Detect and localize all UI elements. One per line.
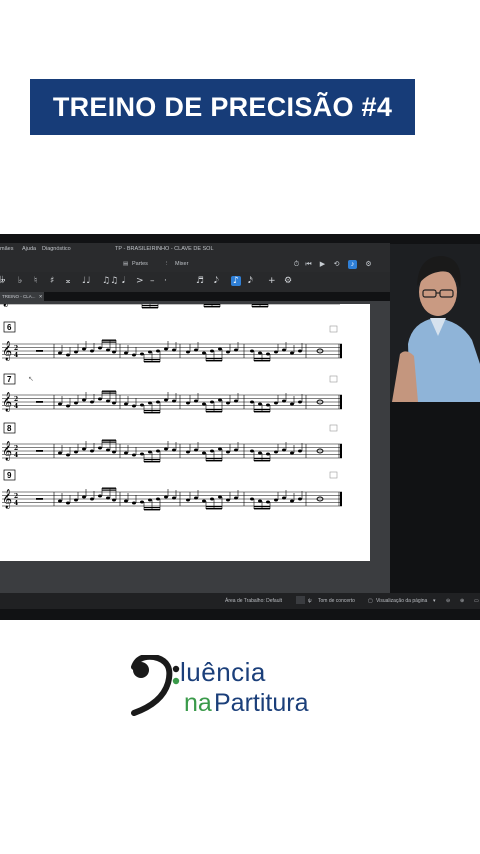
menu-item-diagnostics[interactable]: Diagnóstico — [42, 246, 71, 252]
tuplet-icon[interactable]: ♫♫ — [102, 276, 118, 286]
staff-row[interactable] — [1, 438, 343, 464]
staff-partial — [0, 284, 341, 310]
status-bar: Área de Trabalho: Default ψ Tom de conce… — [0, 593, 480, 609]
play-icon[interactable]: ▶ — [318, 260, 327, 269]
menu-bar: mães Ajuda Diagnóstico TP - BRASILEIRINH… — [0, 243, 390, 257]
system-icon — [329, 325, 338, 333]
sixteenth-note-icon[interactable]: 𝅘𝅥𝅯 — [248, 276, 253, 286]
sharp-icon[interactable]: ♯ — [50, 276, 54, 286]
tenuto-icon[interactable]: 𝅘𝅥 — [122, 276, 125, 286]
natural-icon[interactable]: ♮ — [34, 276, 37, 286]
measure-number: 9 — [7, 471, 12, 480]
document-tab[interactable]: TREINO - CLA... ✕ — [0, 292, 44, 301]
window-title: TP - BRASILEIRINHO - CLAVE DE SOL — [115, 246, 214, 252]
tuning-fork-icon: ψ — [308, 598, 312, 604]
banner-title: TREINO DE PRECISÃO #4 — [52, 91, 393, 122]
sheet-music: 𝄞 2 4 6 7 8 9 ↖ — [0, 284, 343, 512]
metronome-toggle-icon[interactable]: ♪ — [348, 260, 357, 269]
metronome-icon[interactable]: ⏱ — [292, 260, 301, 269]
parts-button[interactable]: Partes — [132, 261, 148, 267]
page-view-icon: ▢ — [368, 598, 373, 604]
palette-settings-icon[interactable]: ⚙ — [284, 276, 292, 286]
settings-icon[interactable]: ⚙ — [364, 260, 373, 269]
bass-clef-icon — [131, 655, 180, 716]
beam-icon[interactable]: ♬ — [196, 276, 204, 286]
screen-recording: mães Ajuda Diagnóstico TP - BRASILEIRINH… — [0, 234, 480, 620]
toolbar: ▤ Partes ⫶ Mixer ⏱ ⏮ ▶ ⟲ ♪ ⚙ — [0, 257, 390, 272]
staff-row[interactable] — [1, 389, 343, 415]
staff-row[interactable] — [1, 338, 343, 364]
menu-item[interactable]: mães — [0, 246, 13, 252]
double-flat-icon[interactable]: 𝄫 — [0, 276, 5, 286]
webcam-overlay — [390, 244, 480, 402]
system-icon — [329, 424, 338, 432]
system-icon — [329, 375, 338, 383]
mouse-cursor-icon: ↖ — [28, 376, 34, 383]
brand-line2-prefix: na — [184, 689, 212, 717]
view-mode-select[interactable]: Visualização da página — [376, 598, 427, 604]
system-icon — [329, 471, 338, 479]
measure-number: 7 — [7, 375, 12, 384]
workspace-label[interactable]: Área de Trabalho: Default — [225, 598, 282, 604]
brand-line1: luência — [180, 657, 266, 687]
parts-icon: ▤ — [123, 261, 129, 267]
rewind-icon[interactable]: ⏮ — [304, 260, 313, 269]
mixer-button[interactable]: Mixer — [175, 261, 188, 267]
zoom-out-icon[interactable]: ⊖ — [446, 598, 450, 604]
double-sharp-icon[interactable]: 𝄪 — [66, 276, 70, 286]
note-input-palette: 𝄫 ♭ ♮ ♯ 𝄪 ♩♩ ♫♫ 𝅘𝅥 > – · ♬ 𝅘𝅥𝅮 ♪ 𝅘𝅥𝅯 + ⚙ — [0, 272, 390, 292]
tie-icon[interactable]: ♩♩ — [82, 276, 91, 286]
brand-logo: luência na Partitura — [128, 653, 358, 723]
flat-icon[interactable]: ♭ — [18, 276, 22, 286]
concert-pitch-toggle[interactable]: Tom de concerto — [318, 598, 355, 604]
staff-row[interactable] — [1, 486, 343, 512]
concert-pitch-swatch — [296, 596, 305, 604]
measure-number: 6 — [7, 323, 12, 332]
brand-line2-name: Partitura — [214, 689, 309, 717]
tenuto-line-icon[interactable]: – — [150, 276, 155, 286]
presenter-image — [390, 244, 480, 402]
document-tab-label: TREINO - CLA... — [2, 294, 36, 299]
zoom-in-icon[interactable]: ⊕ — [460, 598, 464, 604]
score-page[interactable]: 𝄞 2 4 6 7 8 9 ↖ — [0, 284, 370, 561]
loop-icon[interactable]: ⟲ — [332, 260, 341, 269]
title-banner: TREINO DE PRECISÃO #4 — [30, 79, 415, 135]
mixer-icon: ⫶ — [166, 261, 168, 267]
add-icon[interactable]: + — [268, 276, 276, 286]
close-icon[interactable]: ✕ — [39, 294, 43, 299]
fit-icon[interactable]: ▭ — [474, 598, 479, 604]
voice-icon[interactable]: ♪ — [231, 276, 241, 286]
eighth-note-icon[interactable]: 𝅘𝅥𝅮 — [214, 276, 219, 286]
accent-icon[interactable]: > — [136, 276, 144, 286]
chevron-down-icon[interactable]: ▾ — [433, 598, 436, 604]
menu-item-help[interactable]: Ajuda — [22, 246, 36, 252]
staccato-icon[interactable]: · — [164, 276, 167, 286]
measure-number: 8 — [7, 424, 12, 433]
